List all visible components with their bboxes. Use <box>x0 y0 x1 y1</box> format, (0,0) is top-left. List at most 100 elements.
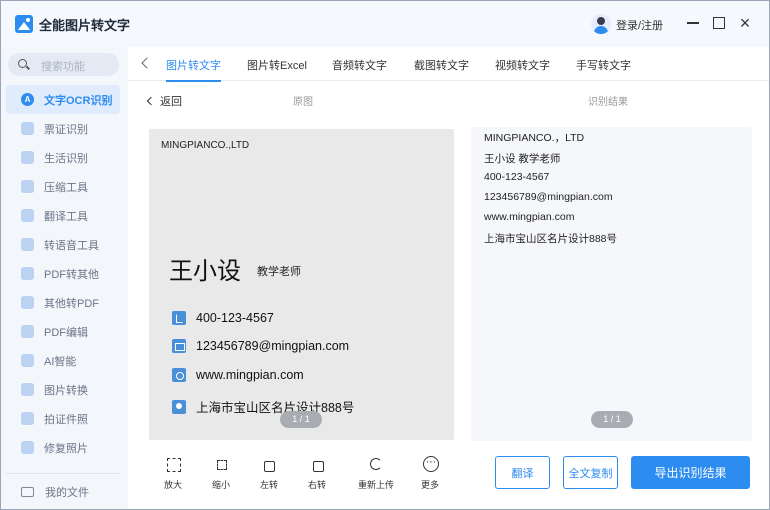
user-avatar-icon[interactable] <box>591 14 611 34</box>
sidebar-item-label: 票证识别 <box>44 123 88 136</box>
sidebar-item-label: 文字OCR识别 <box>44 94 113 107</box>
sidebar-menu: 文字OCR识别 票证识别 生活识别 压缩工具 翻译工具 转语音工具 PDF转其他… <box>6 85 120 462</box>
result-line: www.mingpian.com <box>484 211 575 223</box>
sidebar-item-repair[interactable]: 修复照片 <box>6 433 120 462</box>
sidebar-item-label: 拍证件照 <box>44 413 88 426</box>
search-placeholder: 搜索功能 <box>41 61 85 73</box>
maximize-icon[interactable] <box>710 14 728 32</box>
result-line: 王小设 教学老师 <box>484 153 561 165</box>
sidebar-item-compress[interactable]: 压缩工具 <box>6 172 120 201</box>
ocr-icon <box>21 93 34 106</box>
voice-icon <box>21 238 34 251</box>
life-icon <box>21 151 34 164</box>
search-input[interactable]: 搜索功能 <box>8 53 119 76</box>
zoom-out-button[interactable]: 缩小 <box>201 455 241 491</box>
main-panel: 图片转文字 图片转Excel 音频转文字 截图转文字 视频转文字 手写转文字 返… <box>128 47 769 509</box>
sidebar-item-id-photo[interactable]: 拍证件照 <box>6 404 120 433</box>
card-email: 123456789@mingpian.com <box>196 339 350 353</box>
card-email-row: 123456789@mingpian.com <box>172 339 349 353</box>
rotate-right-label: 右转 <box>307 480 326 490</box>
sidebar: 搜索功能 文字OCR识别 票证识别 生活识别 压缩工具 翻译工具 转语音工具 P… <box>1 47 126 509</box>
sidebar-item-pdf-edit[interactable]: PDF编辑 <box>6 317 120 346</box>
back-button[interactable]: 返回 <box>146 93 182 109</box>
repair-icon <box>21 441 34 454</box>
id-photo-icon <box>21 412 34 425</box>
pdf-icon <box>21 267 34 280</box>
sidebar-item-image-convert[interactable]: 图片转换 <box>6 375 120 404</box>
rotate-right-button[interactable]: 右转 <box>297 455 337 491</box>
sidebar-item-translate[interactable]: 翻译工具 <box>6 201 120 230</box>
sidebar-item-pdf-to-other[interactable]: PDF转其他 <box>6 259 120 288</box>
result-page-indicator: 1 / 1 <box>591 411 633 428</box>
export-result-button[interactable]: 导出识别结果 <box>631 456 750 489</box>
sidebar-divider <box>6 473 120 474</box>
card-website: www.mingpian.com <box>196 368 304 382</box>
rotate-left-button[interactable]: 左转 <box>249 455 289 491</box>
shrink-icon <box>214 457 228 471</box>
translate-button[interactable]: 翻译 <box>495 456 550 489</box>
card-website-row: www.mingpian.com <box>172 368 304 382</box>
app-title: 全能图片转文字 <box>39 18 131 33</box>
sidebar-item-ai[interactable]: AI智能 <box>6 346 120 375</box>
tab-audio-to-text[interactable]: 音频转文字 <box>332 57 387 73</box>
rotate-left-icon <box>262 457 276 472</box>
sidebar-item-label: 转语音工具 <box>44 239 99 252</box>
sub-header: 返回 原图 识别结果 <box>128 81 769 117</box>
card-job-title: 教学老师 <box>257 266 301 278</box>
minimize-icon[interactable] <box>684 14 702 32</box>
result-line: 123456789@mingpian.com <box>484 191 613 203</box>
sidebar-item-ticket[interactable]: 票证识别 <box>6 114 120 143</box>
compress-icon <box>21 180 34 193</box>
link-icon <box>172 368 186 382</box>
original-image-label: 原图 <box>293 97 313 108</box>
original-page-indicator: 1 / 1 <box>280 411 322 428</box>
chevron-left-icon[interactable] <box>140 56 150 70</box>
sidebar-item-life[interactable]: 生活识别 <box>6 143 120 172</box>
tab-bar: 图片转文字 图片转Excel 音频转文字 截图转文字 视频转文字 手写转文字 <box>128 47 769 82</box>
reupload-icon <box>369 457 383 471</box>
tab-image-to-excel[interactable]: 图片转Excel <box>247 57 307 73</box>
close-icon[interactable]: × <box>736 14 754 32</box>
tab-screenshot-to-text[interactable]: 截图转文字 <box>414 57 469 73</box>
tab-video-to-text[interactable]: 视频转文字 <box>495 57 550 73</box>
result-line: MINGPIANCO.，LTD <box>484 132 585 144</box>
reupload-button[interactable]: 重新上传 <box>352 455 400 491</box>
phone-icon <box>172 311 186 325</box>
reupload-label: 重新上传 <box>357 480 394 490</box>
to-pdf-icon <box>21 296 34 309</box>
app-logo-icon <box>15 15 33 33</box>
my-files-link[interactable]: 我的文件 <box>21 484 89 500</box>
mail-icon <box>172 339 186 353</box>
tab-image-to-text[interactable]: 图片转文字 <box>166 57 221 82</box>
image-convert-icon <box>21 383 34 396</box>
zoom-out-label: 缩小 <box>211 480 230 490</box>
recognition-result-panel[interactable]: MINGPIANCO.，LTD 王小设 教学老师 400-123-4567 12… <box>471 127 752 441</box>
sidebar-item-other-to-pdf[interactable]: 其他转PDF <box>6 288 120 317</box>
login-register-link[interactable]: 登录/注册 <box>616 17 663 33</box>
sidebar-item-label: 修复照片 <box>44 442 88 455</box>
location-pin-icon <box>172 399 186 414</box>
pdf-edit-icon <box>21 325 34 338</box>
more-label: 更多 <box>420 480 439 490</box>
sidebar-item-ocr[interactable]: 文字OCR识别 <box>6 85 120 114</box>
sidebar-item-label: 压缩工具 <box>44 181 88 194</box>
ticket-icon <box>21 122 34 135</box>
card-name: 王小设 <box>169 257 241 285</box>
sidebar-item-label: PDF编辑 <box>44 326 88 339</box>
sidebar-item-label: AI智能 <box>44 355 77 368</box>
title-bar: 全能图片转文字 登录/注册 × <box>1 1 769 47</box>
sidebar-item-label: 生活识别 <box>44 152 88 165</box>
tab-handwriting-to-text[interactable]: 手写转文字 <box>576 57 631 73</box>
original-image-preview: MINGPIANCO.,LTD 王小设 教学老师 400-123-4567 12… <box>149 129 454 440</box>
back-label: 返回 <box>160 96 182 108</box>
zoom-in-button[interactable]: 放大 <box>153 455 193 491</box>
folder-icon <box>21 487 34 497</box>
sidebar-item-label: 图片转换 <box>44 384 88 397</box>
my-files-label: 我的文件 <box>45 487 89 499</box>
sidebar-item-voice[interactable]: 转语音工具 <box>6 230 120 259</box>
copy-all-button[interactable]: 全文复制 <box>563 456 618 489</box>
card-address-row: 上海市宝山区名片设计888号 <box>172 397 354 416</box>
more-button[interactable]: 更多 <box>410 455 450 491</box>
app-window: 全能图片转文字 登录/注册 × 搜索功能 文字OCR识别 票证识别 生活识别 压… <box>0 0 770 510</box>
sidebar-item-label: 其他转PDF <box>44 297 99 310</box>
